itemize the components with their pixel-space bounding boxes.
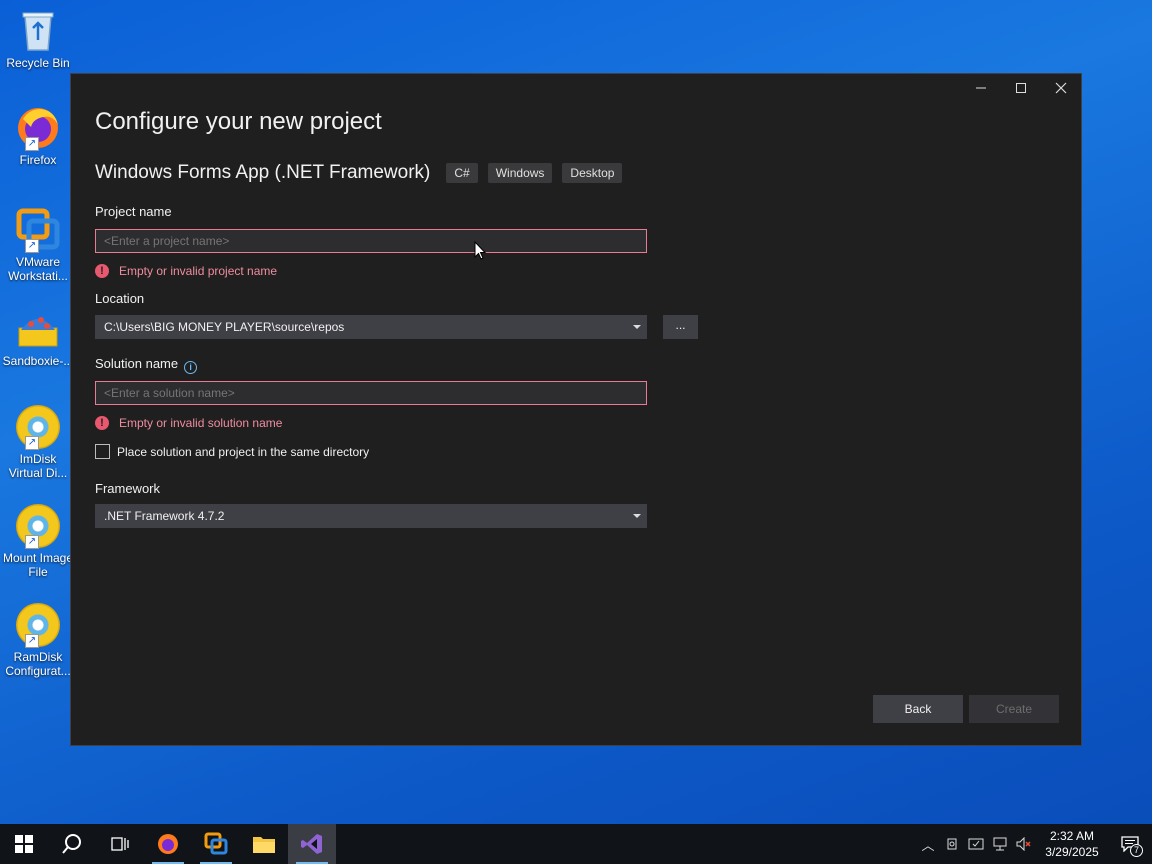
notification-count-badge: 7 <box>1130 844 1143 857</box>
desktop-icon-ramdisk[interactable]: ↗ RamDisk Configurat... <box>2 602 74 678</box>
security-icon[interactable] <box>964 824 988 864</box>
solution-name-error-text: Empty or invalid solution name <box>119 416 283 430</box>
action-center-button[interactable]: 7 <box>1108 824 1152 864</box>
chevron-down-icon <box>633 325 641 329</box>
maximize-icon <box>1016 83 1026 93</box>
taskbar-firefox[interactable] <box>144 824 192 864</box>
disc-icon: ↗ <box>15 503 61 549</box>
window-controls <box>961 74 1081 102</box>
taskbar: ︿ 2:32 AM 3/29/2025 7 <box>0 824 1152 864</box>
recycle-bin-icon <box>15 8 61 54</box>
desktop-icon-label: Sandboxie-... <box>2 354 74 368</box>
project-name-error-text: Empty or invalid project name <box>119 264 278 278</box>
maximize-button[interactable] <box>1001 74 1041 102</box>
solution-name-label: Solution name i <box>95 356 198 374</box>
volume-muted-icon[interactable] <box>1012 824 1036 864</box>
same-directory-label: Place solution and project in the same d… <box>117 444 370 459</box>
template-info: Windows Forms App (.NET Framework) C# Wi… <box>95 162 632 184</box>
dialog-title: Configure your new project <box>95 108 382 135</box>
minimize-icon <box>976 87 986 89</box>
same-directory-checkbox[interactable] <box>95 444 110 459</box>
project-name-error: ! Empty or invalid project name <box>95 264 277 278</box>
shortcut-arrow-icon: ↗ <box>25 535 39 549</box>
system-tray: ︿ 2:32 AM 3/29/2025 7 <box>916 824 1152 864</box>
solution-name-error: ! Empty or invalid solution name <box>95 416 282 430</box>
same-directory-option[interactable]: Place solution and project in the same d… <box>95 444 369 459</box>
start-button[interactable] <box>0 824 48 864</box>
vmware-icon <box>204 832 228 855</box>
solution-name-label-text: Solution name <box>95 356 179 371</box>
vmware-icon: ↗ <box>15 207 61 253</box>
desktop-icon-vmware[interactable]: ↗ VMware Workstati... <box>2 207 74 283</box>
usb-device-icon[interactable] <box>940 824 964 864</box>
template-name: Windows Forms App (.NET Framework) <box>95 162 431 183</box>
mouse-cursor-icon <box>474 241 486 260</box>
info-icon[interactable]: i <box>184 361 198 374</box>
taskbar-file-explorer[interactable] <box>240 824 288 864</box>
desktop-icon-mount-image[interactable]: ↗ Mount Image File <box>2 503 74 579</box>
project-name-input[interactable] <box>95 229 647 253</box>
solution-name-input[interactable] <box>95 381 647 405</box>
error-icon: ! <box>95 416 109 430</box>
location-label: Location <box>95 291 145 306</box>
tag-platform: Windows <box>487 163 553 183</box>
desktop-icon-label: Recycle Bin <box>6 56 70 70</box>
framework-label: Framework <box>95 481 161 496</box>
network-icon[interactable] <box>988 824 1012 864</box>
back-button[interactable]: Back <box>873 695 963 723</box>
desktop-icon-label: VMware Workstati... <box>8 255 68 283</box>
shortcut-arrow-icon: ↗ <box>25 634 39 648</box>
taskbar-visual-studio[interactable] <box>288 824 336 864</box>
task-view-button[interactable] <box>96 824 144 864</box>
create-button[interactable]: Create <box>969 695 1059 723</box>
shortcut-arrow-icon: ↗ <box>25 436 39 450</box>
desktop-icon-label: ImDisk Virtual Di... <box>8 452 68 480</box>
browse-location-button[interactable]: ... <box>663 315 698 339</box>
folder-icon <box>253 837 275 853</box>
clock-time: 2:32 AM <box>1049 829 1095 843</box>
desktop-icon-imdisk[interactable]: ↗ ImDisk Virtual Di... <box>2 404 74 480</box>
close-button[interactable] <box>1041 74 1081 102</box>
taskbar-vmware[interactable] <box>192 824 240 864</box>
disc-icon: ↗ <box>15 602 61 648</box>
error-icon: ! <box>95 264 109 278</box>
framework-value: .NET Framework 4.7.2 <box>104 509 225 523</box>
visual-studio-icon <box>301 834 322 854</box>
desktop-icon-label: Firefox <box>19 153 57 167</box>
clock-date: 3/29/2025 <box>1045 845 1099 859</box>
configure-project-dialog: Configure your new project Windows Forms… <box>70 73 1082 746</box>
minimize-button[interactable] <box>961 74 1001 102</box>
desktop-icon-sandboxie[interactable]: Sandboxie-... <box>2 306 74 368</box>
search-button[interactable] <box>48 824 96 864</box>
search-icon <box>62 834 81 854</box>
shortcut-arrow-icon: ↗ <box>25 137 39 151</box>
framework-select[interactable]: .NET Framework 4.7.2 <box>95 504 647 528</box>
tag-project-type: Desktop <box>562 163 623 183</box>
desktop-icon-label: Mount Image File <box>2 551 74 579</box>
sandboxie-icon <box>15 306 61 352</box>
project-name-label: Project name <box>95 204 172 219</box>
desktop-icon-label: RamDisk Configurat... <box>5 650 71 678</box>
disc-icon: ↗ <box>15 404 61 450</box>
shortcut-arrow-icon: ↗ <box>25 239 39 253</box>
desktop-icon-recycle-bin[interactable]: Recycle Bin <box>2 8 74 70</box>
clock[interactable]: 2:32 AM 3/29/2025 <box>1036 828 1108 860</box>
chevron-down-icon <box>633 514 641 518</box>
task-view-icon <box>111 837 129 851</box>
location-value: C:\Users\BIG MONEY PLAYER\source\repos <box>104 320 345 334</box>
location-combobox[interactable]: C:\Users\BIG MONEY PLAYER\source\repos <box>95 315 647 339</box>
windows-logo-icon <box>15 835 33 853</box>
firefox-icon <box>158 834 178 854</box>
tag-language: C# <box>446 163 478 183</box>
close-icon <box>1055 82 1067 94</box>
firefox-icon: ↗ <box>15 105 61 151</box>
desktop-icon-firefox[interactable]: ↗ Firefox <box>2 105 74 167</box>
chevron-up-icon[interactable]: ︿ <box>916 824 940 864</box>
